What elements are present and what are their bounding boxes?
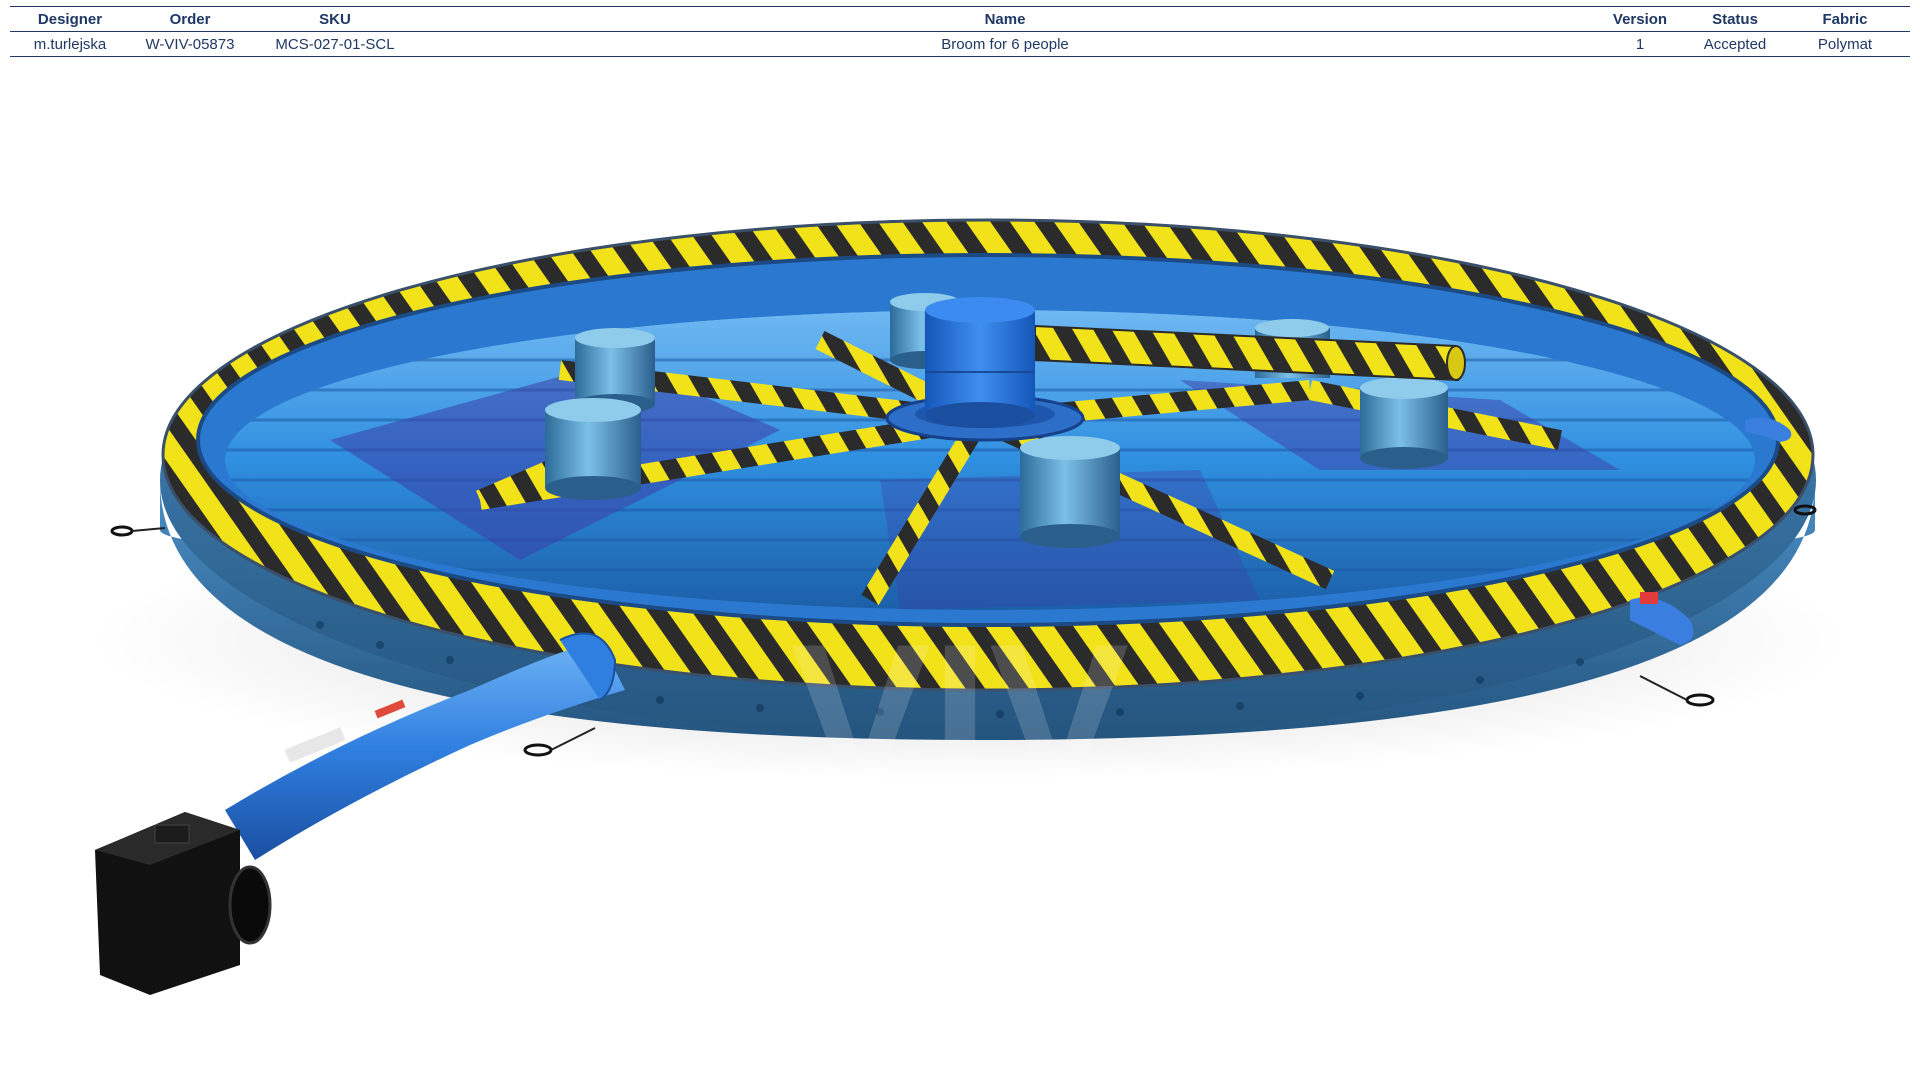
header-order: Order [169,10,211,28]
spec-table: Designer Order SKU Name Version Status F… [10,6,1910,57]
pillar [1020,436,1120,548]
cell-fabric: Polymat [1817,35,1873,53]
cell-name: Broom for 6 people [941,35,1069,53]
cell-designer: m.turlejska [33,35,107,53]
central-hub [925,297,1035,428]
table-header-row: Designer Order SKU Name Version Status F… [10,6,1910,32]
product-render: VIV [90,218,1850,995]
header-status: Status [1712,10,1758,28]
cell-order: W-VIV-05873 [145,35,235,53]
header-sku: SKU [319,10,351,28]
table-row: m.turlejska W-VIV-05873 MCS-027-01-SCL B… [10,32,1910,57]
pillar [1360,377,1448,469]
cell-status: Accepted [1703,35,1767,53]
header-designer: Designer [37,10,103,28]
cell-version: 1 [1635,35,1645,53]
watermark: VIV [791,600,1129,835]
pillar [545,398,641,500]
cell-sku: MCS-027-01-SCL [275,35,395,53]
header-fabric: Fabric [1822,10,1868,28]
header-name: Name [984,10,1026,28]
header-version: Version [1612,10,1668,28]
